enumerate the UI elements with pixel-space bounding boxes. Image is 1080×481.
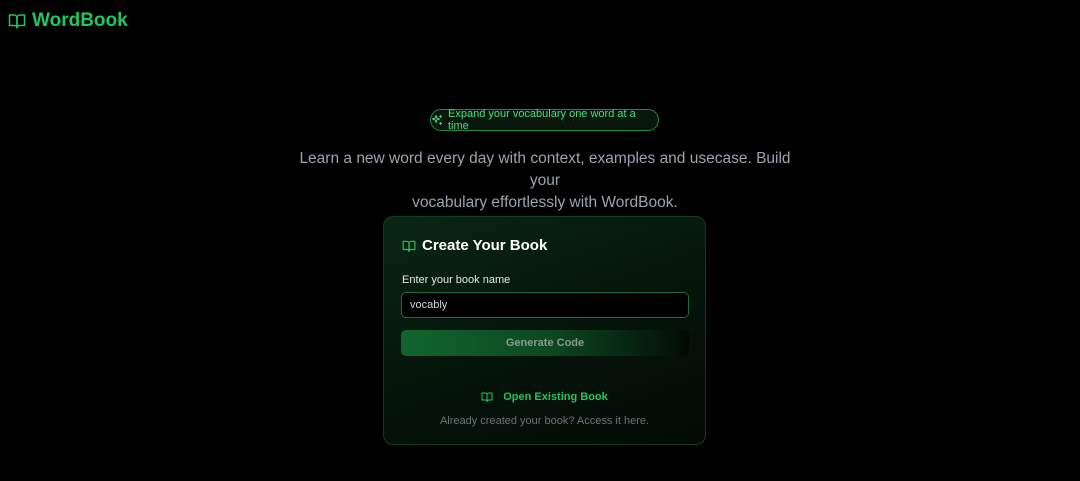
tagline-line-2: vocabulary effortlessly with WordBook. xyxy=(412,194,678,211)
book-name-input[interactable] xyxy=(401,292,689,318)
hero-badge: Expand your vocabulary one word at a tim… xyxy=(430,108,659,132)
helper-text: Already created your book? Access it her… xyxy=(439,415,650,427)
create-book-card: Create Your Book Enter your book name Ge… xyxy=(383,216,706,445)
book-open-icon xyxy=(481,391,493,403)
sparkles-icon xyxy=(431,114,443,126)
card-title-text: Create Your Book xyxy=(422,237,548,254)
card-title: Create Your Book xyxy=(402,237,547,254)
generate-code-button[interactable]: Generate Code xyxy=(401,330,689,356)
brand-name: WordBook xyxy=(32,10,128,31)
book-open-icon xyxy=(402,239,416,253)
book-open-icon xyxy=(8,12,26,30)
tagline-line-1: Learn a new word every day with context,… xyxy=(299,150,791,189)
open-existing-book-label: Open Existing Book xyxy=(503,391,608,403)
hero-tagline: Learn a new word every day with context,… xyxy=(290,148,800,214)
book-name-label: Enter your book name xyxy=(402,274,511,286)
open-existing-book-link[interactable]: Open Existing Book xyxy=(384,391,705,403)
badge-text: Expand your vocabulary one word at a tim… xyxy=(448,108,636,132)
brand-logo[interactable]: WordBook xyxy=(8,10,128,32)
